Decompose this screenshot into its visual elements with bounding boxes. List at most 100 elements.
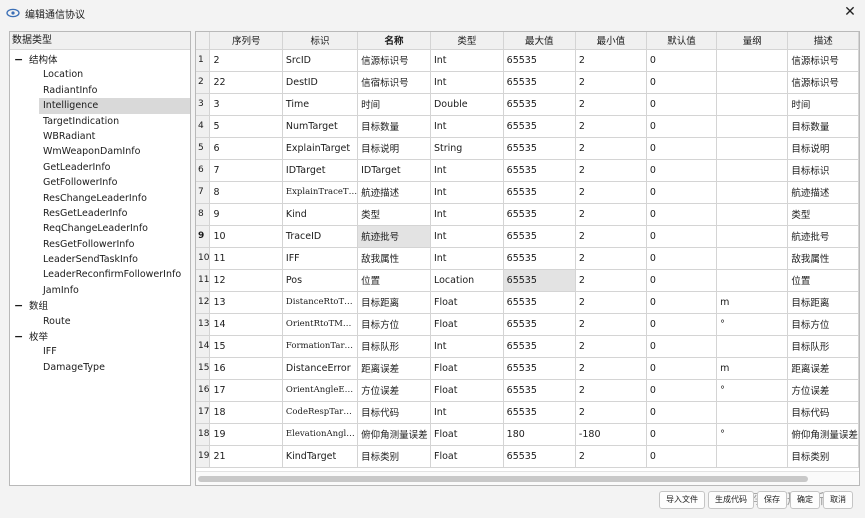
table-cell[interactable] xyxy=(716,115,789,138)
table-cell[interactable]: Int xyxy=(430,225,504,248)
table-cell[interactable]: 2 xyxy=(575,357,647,380)
table-cell[interactable]: 目标标识 xyxy=(787,159,859,182)
table-cell[interactable]: 12 xyxy=(209,269,283,292)
table-cell[interactable]: 目标类别 xyxy=(787,445,859,468)
table-cell[interactable]: Int xyxy=(430,335,504,358)
table-cell[interactable]: 65535 xyxy=(503,379,576,402)
table-cell[interactable]: 65535 xyxy=(503,225,576,248)
table-cell[interactable]: 65535 xyxy=(503,291,576,314)
table-cell[interactable]: 65535 xyxy=(503,159,576,182)
table-cell[interactable]: 10 xyxy=(209,225,283,248)
column-header[interactable]: 标识 xyxy=(282,32,359,50)
table-cell[interactable]: 0 xyxy=(646,335,718,358)
table-cell[interactable]: 65535 xyxy=(503,137,576,160)
table-cell[interactable]: IDTarget xyxy=(282,159,359,182)
dialog-button[interactable]: 取消 xyxy=(823,491,853,509)
table-cell[interactable]: 21 xyxy=(209,445,283,468)
table-cell[interactable]: 目标类别 xyxy=(357,445,431,468)
table-row[interactable]: 9 10 TraceID 航迹批号 Int 65535 2 0 航迹批号 xyxy=(196,225,859,248)
tree-item[interactable]: LeaderSendTaskInfo xyxy=(10,252,190,267)
table-cell[interactable]: 0 xyxy=(646,423,718,446)
row-number[interactable]: 8 xyxy=(196,203,211,226)
row-number[interactable]: 13 xyxy=(196,313,211,336)
table-cell[interactable]: 目标队形 xyxy=(357,335,431,358)
table-cell[interactable]: 65535 xyxy=(503,313,576,336)
table-cell[interactable]: Int xyxy=(430,49,504,72)
scrollbar-thumb[interactable] xyxy=(198,476,808,482)
table-cell[interactable] xyxy=(716,203,789,226)
table-cell[interactable]: 0 xyxy=(646,445,718,468)
table-cell[interactable]: 14 xyxy=(209,313,283,336)
table-cell[interactable]: CodeRespTar… xyxy=(282,401,359,424)
data-type-tree[interactable]: 数据类型 − 结构体 Location RadiantInfo Intelligence… xyxy=(9,31,191,486)
table-cell[interactable]: Double xyxy=(430,93,504,116)
table-cell[interactable] xyxy=(716,137,789,160)
table-cell[interactable]: 目标队形 xyxy=(787,335,859,358)
table-cell[interactable] xyxy=(716,247,789,270)
row-number[interactable]: 1 xyxy=(196,49,211,72)
table-cell[interactable]: Int xyxy=(430,247,504,270)
table-cell[interactable]: 2 xyxy=(575,269,647,292)
table-cell[interactable]: Int xyxy=(430,181,504,204)
table-cell[interactable]: 9 xyxy=(209,203,283,226)
table-cell[interactable]: Location xyxy=(430,269,504,292)
table-cell[interactable]: 0 xyxy=(646,49,718,72)
table-cell[interactable]: 时间 xyxy=(357,93,431,116)
table-cell[interactable]: 65535 xyxy=(503,445,576,468)
table-cell[interactable]: 65535 xyxy=(503,401,576,424)
table-cell[interactable]: 0 xyxy=(646,159,718,182)
table-cell[interactable]: 18 xyxy=(209,401,283,424)
table-cell[interactable] xyxy=(716,335,789,358)
row-number[interactable]: 18 xyxy=(196,423,211,446)
table-cell[interactable]: 65535 xyxy=(503,269,576,292)
table-cell[interactable]: 2 xyxy=(575,115,647,138)
table-cell[interactable]: 目标说明 xyxy=(357,137,431,160)
table-cell[interactable] xyxy=(716,445,789,468)
row-number[interactable]: 17 xyxy=(196,401,211,424)
dialog-button[interactable]: 保存 xyxy=(757,491,787,509)
tree-item[interactable]: DamageType xyxy=(10,360,190,375)
collapse-icon[interactable]: − xyxy=(14,52,26,67)
table-cell[interactable]: Time xyxy=(282,93,359,116)
dialog-button[interactable]: 确定 xyxy=(790,491,820,509)
table-cell[interactable] xyxy=(716,225,789,248)
table-cell[interactable]: NumTarget xyxy=(282,115,359,138)
table-cell[interactable]: 目标数量 xyxy=(787,115,859,138)
table-cell[interactable]: 7 xyxy=(209,159,283,182)
table-cell[interactable]: m xyxy=(716,357,789,380)
tree-item[interactable]: GetLeaderInfo xyxy=(10,160,190,175)
table-cell[interactable]: 目标方位 xyxy=(357,313,431,336)
table-row[interactable]: 13 14 OrientRtoTM… 目标方位 Float 65535 2 0 ° 目标方位 xyxy=(196,313,859,336)
tree-item[interactable]: Intelligence xyxy=(10,98,190,114)
tree-group[interactable]: − 结构体 xyxy=(10,52,190,67)
table-row[interactable]: 17 18 CodeRespTar… 目标代码 Int 65535 2 0 目标代码 xyxy=(196,401,859,424)
column-header[interactable]: 默认值 xyxy=(646,32,718,50)
collapse-icon[interactable]: − xyxy=(14,298,26,313)
table-cell[interactable]: 17 xyxy=(209,379,283,402)
table-cell[interactable] xyxy=(716,93,789,116)
table-cell[interactable]: 类型 xyxy=(357,203,431,226)
table-cell[interactable]: Int xyxy=(430,401,504,424)
row-number[interactable]: 2 xyxy=(196,71,211,94)
table-cell[interactable]: 距离误差 xyxy=(357,357,431,380)
table-cell[interactable]: OrientRtoTM… xyxy=(282,313,359,336)
table-cell[interactable] xyxy=(716,401,789,424)
table-cell[interactable]: 2 xyxy=(575,137,647,160)
table-cell[interactable]: DestID xyxy=(282,71,359,94)
table-cell[interactable]: -180 xyxy=(575,423,647,446)
tree-group[interactable]: − 数组 xyxy=(10,298,190,313)
table-row[interactable]: 7 8 ExplainTraceT… 航迹描述 Int 65535 2 0 航迹描述 xyxy=(196,181,859,204)
table-cell[interactable]: Float xyxy=(430,423,504,446)
table-cell[interactable]: 65535 xyxy=(503,115,576,138)
table-cell[interactable]: 0 xyxy=(646,93,718,116)
table-cell[interactable]: 0 xyxy=(646,379,718,402)
field-table-panel[interactable]: 序列号 标识 名称 类型 最大值 最小值 默认值 量纲 描述 1 2 SrcID 信源标识号 Int 65… xyxy=(195,31,860,486)
table-cell[interactable]: 65535 xyxy=(503,335,576,358)
column-header[interactable]: 最小值 xyxy=(575,32,647,50)
tree-item[interactable]: WmWeaponDamInfo xyxy=(10,144,190,159)
table-cell[interactable] xyxy=(716,181,789,204)
table-row[interactable]: 3 3 Time 时间 Double 65535 2 0 时间 xyxy=(196,93,859,116)
table-cell[interactable]: 俯仰角测量误差 xyxy=(787,423,859,446)
table-cell[interactable]: 0 xyxy=(646,269,718,292)
table-cell[interactable]: Pos xyxy=(282,269,359,292)
